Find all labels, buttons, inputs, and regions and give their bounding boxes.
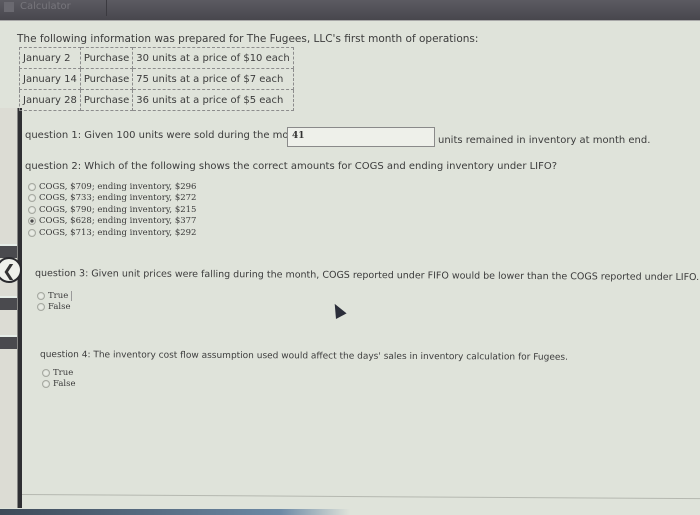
question-2-option[interactable]: COGS, $733; ending inventory, $272 — [28, 193, 196, 205]
option-label: COGS, $733; ending inventory, $272 — [39, 193, 197, 204]
chevron-left-icon: ❮ — [2, 260, 16, 280]
tab-divider — [106, 0, 107, 16]
purchase-type: Purchase — [79, 68, 134, 90]
radio-button[interactable] — [28, 228, 36, 237]
taskbar-edge — [0, 509, 700, 515]
purchase-detail: 36 units at a price of $5 each — [132, 89, 294, 111]
option-label: True — [48, 290, 69, 301]
table-row: January 14 Purchase 75 units at a price … — [19, 68, 294, 90]
calculator-icon — [4, 2, 14, 12]
question-4-options: True False — [42, 367, 76, 390]
divider — [21, 494, 700, 500]
intro-text: The following information was prepared f… — [17, 33, 479, 45]
purchases-table: January 2 Purchase 30 units at a price o… — [19, 47, 294, 111]
option-label: COGS, $790; ending inventory, $215 — [39, 204, 197, 215]
question-4-prompt: question 4: The inventory cost flow assu… — [39, 350, 568, 363]
question-4-option-false[interactable]: False — [42, 379, 76, 391]
question-1-answer-input[interactable]: 41 — [287, 127, 435, 147]
radio-button[interactable] — [42, 380, 50, 389]
option-label: True — [53, 367, 74, 378]
question-2-option[interactable]: COGS, $709; ending inventory, $296 — [28, 181, 196, 193]
question-1-suffix: units remained in inventory at month end… — [438, 135, 651, 146]
question-3-prompt: question 3: Given unit prices were falli… — [34, 268, 700, 284]
radio-button[interactable] — [28, 194, 36, 203]
question-2-option-selected[interactable]: COGS, $628; ending inventory, $377 — [28, 216, 196, 228]
radio-button[interactable] — [28, 182, 36, 191]
question-4-option-true[interactable]: True — [42, 367, 76, 379]
radio-button[interactable] — [37, 291, 45, 300]
question-2-prompt: question 2: Which of the following shows… — [25, 161, 558, 172]
question-3-option-true[interactable]: True — [37, 290, 73, 302]
purchase-detail: 75 units at a price of $7 each — [132, 68, 294, 90]
option-label: COGS, $709; ending inventory, $296 — [39, 181, 197, 192]
purchase-type: Purchase — [79, 47, 134, 69]
option-label: False — [53, 379, 76, 390]
question-3-options: True False — [37, 290, 73, 314]
sidebar-strip — [0, 296, 17, 310]
table-row: January 2 Purchase 30 units at a price o… — [19, 47, 294, 69]
tab-calculator[interactable]: Calculator — [20, 1, 71, 12]
option-label: COGS, $628; ending inventory, $377 — [39, 216, 197, 227]
radio-button-checked[interactable] — [28, 217, 36, 226]
purchase-date: January 2 — [19, 47, 81, 69]
radio-button[interactable] — [37, 303, 45, 312]
text-cursor — [71, 290, 73, 301]
radio-button[interactable] — [42, 368, 50, 377]
question-1-prompt: question 1: Given 100 units were sold du… — [25, 130, 309, 141]
purchase-type: Purchase — [79, 89, 134, 111]
question-2-options: COGS, $709; ending inventory, $296 COGS,… — [28, 181, 196, 239]
question-2-option[interactable]: COGS, $790; ending inventory, $215 — [28, 204, 196, 216]
purchase-date: January 28 — [19, 89, 81, 111]
option-label: False — [48, 302, 71, 313]
purchase-detail: 30 units at a price of $10 each — [132, 47, 294, 69]
sidebar-strip — [0, 244, 17, 258]
radio-button[interactable] — [28, 205, 36, 214]
question-3-option-false[interactable]: False — [37, 302, 72, 314]
option-label: COGS, $713; ending inventory, $292 — [39, 227, 197, 238]
purchase-date: January 14 — [19, 68, 81, 90]
question-2-option[interactable]: COGS, $713; ending inventory, $292 — [28, 227, 196, 239]
mouse-pointer-icon — [329, 301, 347, 319]
window-title-bar: Calculator — [0, 0, 700, 21]
table-row: January 28 Purchase 36 units at a price … — [19, 89, 294, 111]
sidebar-strip — [0, 335, 17, 349]
